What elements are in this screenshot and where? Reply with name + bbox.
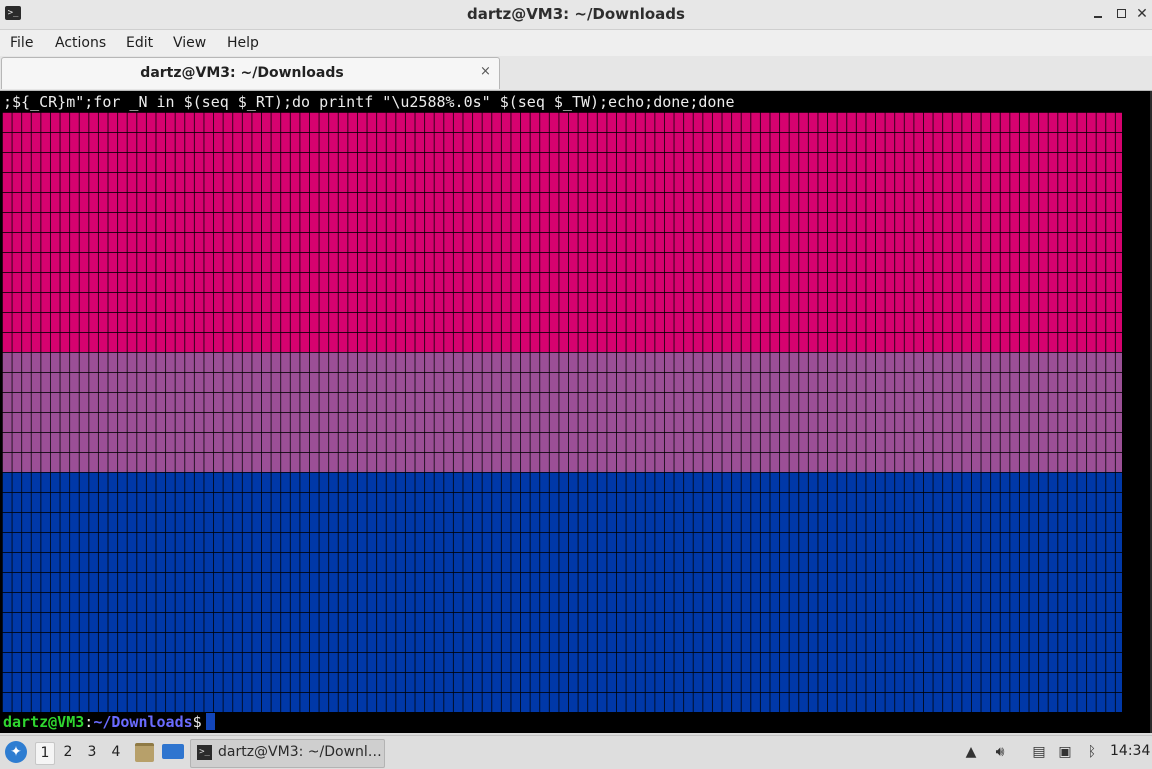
prompt-separator: : [84, 713, 94, 731]
minimize-icon [1094, 16, 1102, 18]
workspace-1[interactable]: 1 [35, 742, 55, 765]
terminal-view[interactable]: ;${_CR}m";for _N in $(seq $_RT);do print… [0, 91, 1152, 733]
flag-band-blue [2, 472, 1122, 712]
menu-help[interactable]: Help [227, 34, 259, 52]
command-line: ;${_CR}m";for _N in $(seq $_RT);do print… [3, 93, 735, 111]
prompt-path: ~/Downloads [93, 713, 193, 731]
maximize-icon [1116, 9, 1126, 18]
file-manager-icon[interactable] [135, 743, 154, 762]
taskbar: ✦ 1 2 3 4 >_ dartz@VM3: ~/Downl… ▲ 🔊︎ ▤ … [0, 735, 1152, 769]
terminal-tab[interactable]: dartz@VM3: ~/Downloads × [1, 57, 500, 89]
maximize-button[interactable] [1111, 4, 1131, 24]
workspace-2[interactable]: 2 [59, 742, 77, 763]
network-icon[interactable]: ▣ [1056, 743, 1074, 761]
show-desktop-icon[interactable] [162, 744, 184, 759]
tab-close-icon[interactable]: × [480, 64, 491, 79]
clipboard-icon[interactable]: ▤ [1030, 743, 1048, 761]
menu-file[interactable]: File [10, 34, 33, 52]
task-label: dartz@VM3: ~/Downl… [218, 744, 382, 760]
tab-bar: dartz@VM3: ~/Downloads × [0, 56, 1152, 91]
taskbar-terminal-button[interactable]: >_ dartz@VM3: ~/Downl… [190, 739, 385, 768]
flag-band-pink [2, 112, 1122, 352]
minimize-button[interactable] [1088, 4, 1108, 24]
arrow-up-icon[interactable]: ▲ [962, 743, 980, 761]
volume-icon[interactable]: 🔊︎ [991, 743, 1009, 761]
title-bar: >_ dartz@VM3: ~/Downloads ✕ [0, 0, 1152, 30]
workspace-4[interactable]: 4 [107, 742, 125, 763]
tab-label: dartz@VM3: ~/Downloads [140, 65, 344, 81]
menu-view[interactable]: View [173, 34, 206, 52]
bluetooth-icon[interactable]: ᛒ [1083, 743, 1101, 761]
start-menu-icon[interactable]: ✦ [5, 741, 27, 763]
menu-actions[interactable]: Actions [55, 34, 106, 52]
prompt-user: dartz@VM3 [3, 713, 85, 731]
workspace-3[interactable]: 3 [83, 742, 101, 763]
terminal-icon: >_ [197, 745, 212, 760]
shell-prompt: dartz@VM3:~/Downloads$ [3, 712, 215, 732]
window-title: dartz@VM3: ~/Downloads [467, 5, 685, 23]
clock: 14:34 [1110, 743, 1151, 759]
close-window-button[interactable]: ✕ [1132, 4, 1152, 24]
menu-edit[interactable]: Edit [126, 34, 153, 52]
text-cursor [205, 713, 215, 730]
menu-bar: File Actions Edit View Help [0, 30, 1152, 56]
prompt-sign: $ [192, 713, 202, 731]
flag-band-purple [2, 352, 1122, 472]
